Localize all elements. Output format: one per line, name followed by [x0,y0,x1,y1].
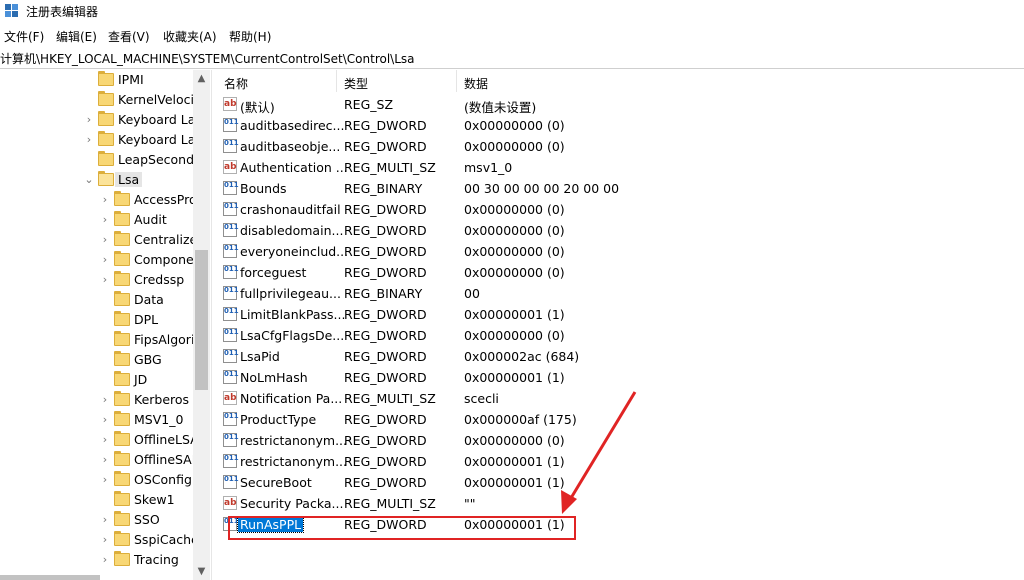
annotation-arrow-icon [561,391,637,514]
